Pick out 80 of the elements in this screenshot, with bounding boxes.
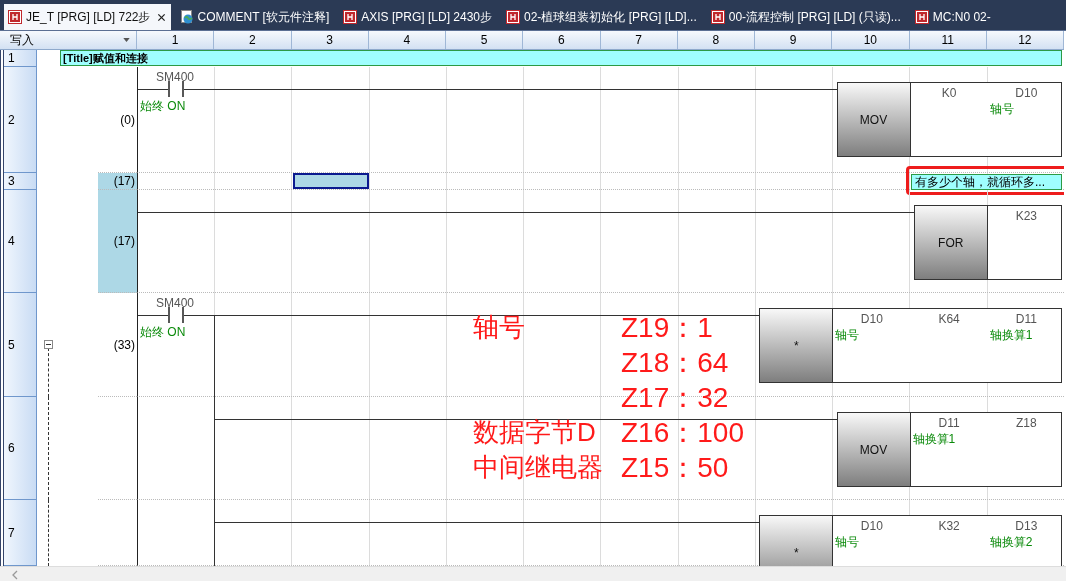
column-header: 3 [291,31,369,49]
column-header: 7 [600,31,678,49]
instruction-block[interactable]: * [760,309,834,382]
instruction-block[interactable]: FOR [914,206,988,279]
device-comment: 轴号 [834,327,860,344]
device-label: D11 [938,416,960,430]
page-globe-icon [179,10,194,24]
row-number[interactable]: 4 [8,234,15,248]
annotation-value: Z19：1 [621,310,713,345]
annotation-value: Z15：50 [621,450,729,485]
cursor-cell[interactable] [292,173,369,189]
title-statement: [Title]赋值和连接 [60,50,1062,66]
annotation-label: 中间继电器 [473,451,603,484]
instruction-block[interactable]: MOV [837,83,911,156]
editor-tab[interactable]: JE_T [PRG] [LD] 722步 [4,4,171,30]
row-number[interactable]: 3 [8,174,15,188]
device-comment: 轴换算1 [911,431,956,448]
ladder-file-icon [914,10,929,24]
column-header: 8 [677,31,755,49]
contact-icon [168,81,184,97]
contact-icon [168,307,184,323]
device-label: D13 [1015,519,1038,533]
mode-dropdown[interactable]: 写入 [0,31,137,49]
annotation-label: 轴号 [473,311,525,344]
device-label: K0 [941,86,957,100]
wire-line [138,315,168,316]
column-header: 10 [832,31,910,49]
device-label: K64 [938,312,960,326]
close-icon[interactable] [156,12,166,22]
annotation-value: Z17：32 [621,380,729,415]
column-header: 1 [137,31,215,49]
wire-line [138,89,168,90]
device-label: SM400 [156,296,195,310]
column-header: 6 [523,31,601,49]
column-header: 2 [214,31,292,49]
device-label: SM400 [156,70,195,84]
column-header: 11 [909,31,987,49]
device-label: D10 [860,312,883,326]
step-number: (33) [113,337,135,352]
device-comment: 轴号 [988,101,1014,118]
device-comment: 始终 ON [140,324,186,341]
editor-tab[interactable]: 02-植球组装初始化 [PRG] [LD]... [502,4,702,30]
device-label: K23 [1015,209,1038,223]
step-number: (17) [113,174,135,188]
ladder-file-icon [506,10,520,24]
ladder-file-icon [710,10,725,24]
column-header: 4 [368,31,446,49]
device-comment: 轴号 [834,534,860,551]
device-comment: 轴换算1 [988,327,1033,344]
step-number: (17) [113,234,135,248]
device-comment: 轴换算2 [988,534,1033,551]
device-label: D11 [1015,312,1037,326]
instruction-block[interactable]: MOV [837,413,911,486]
caret-icon [123,38,130,42]
device-label: K32 [938,519,960,533]
column-header: 12 [986,31,1064,49]
device-comment: 始终 ON [140,98,186,115]
collapse-icon[interactable] [44,340,53,349]
row-number[interactable]: 2 [8,112,15,127]
ladder-file-icon [8,10,22,24]
column-header: 9 [755,31,833,49]
annotation-value: Z16：100 [621,415,744,450]
editor-tab[interactable]: 00-流程控制 [PRG] [LD] (只读)... [706,4,906,30]
instruction-block[interactable]: * [760,516,834,566]
ladder-file-icon [343,10,358,24]
row-number[interactable]: 6 [8,441,15,455]
annotation-value: Z18：64 [621,345,729,380]
editor-tab[interactable]: MC:N0 02- [910,4,996,30]
statement-comment: 有多少个轴，就循环多... [911,174,1062,190]
step-number: (0) [120,112,135,127]
device-label: D10 [1015,86,1038,100]
row-number[interactable]: 7 [8,525,15,540]
column-header: 5 [446,31,524,49]
device-label: D10 [860,519,883,533]
row-number[interactable]: 5 [8,337,15,352]
row-number[interactable]: 1 [8,51,15,65]
annotation-label: 数据字节D [473,416,596,449]
editor-tab[interactable]: COMMENT [软元件注释] [175,4,335,30]
editor-tab[interactable]: AXIS [PRG] [LD] 2430步 [339,4,497,30]
device-label: Z18 [1016,416,1037,430]
